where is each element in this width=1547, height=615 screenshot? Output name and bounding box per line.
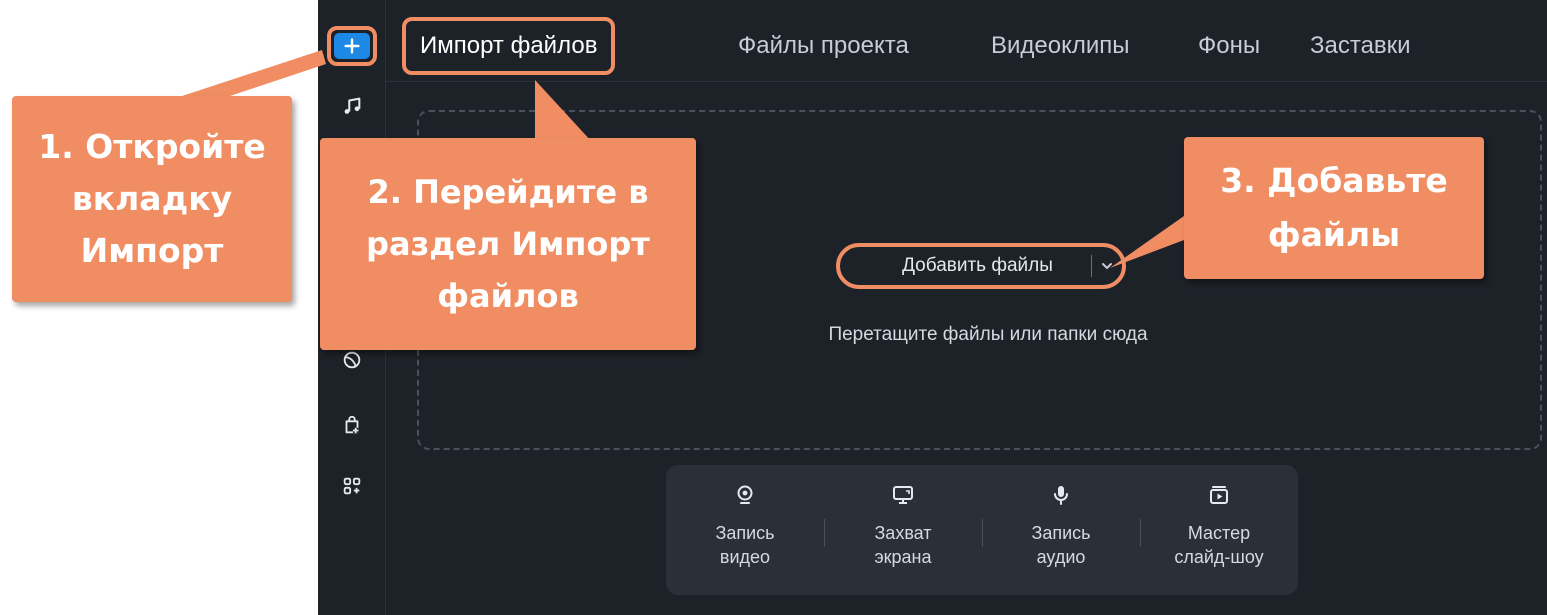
record-audio-button[interactable]: Запись аудио	[982, 465, 1140, 595]
screen-capture-label: Захват экрана	[874, 523, 932, 567]
callout-1-pointer	[170, 50, 326, 100]
more-tools-button[interactable]	[332, 466, 372, 506]
music-note-icon	[344, 97, 361, 114]
slideshow-wizard-label: Мастер слайд-шоу	[1174, 523, 1264, 567]
monitor-icon	[893, 486, 913, 504]
apps-add-icon	[343, 477, 361, 495]
tab-video-clips[interactable]: Видеоклипы	[991, 26, 1130, 66]
record-toolbar: Запись видео Захват экрана Запись аудио …	[666, 465, 1298, 595]
microphone-icon	[1054, 486, 1068, 505]
filter-icon	[343, 351, 361, 369]
tab-intros[interactable]: Заставки	[1310, 26, 1411, 66]
callout-step-2: 2. Перейдите в раздел Импорт файлов	[320, 138, 696, 350]
drop-hint-text: Перетащите файлы или папки сюда	[828, 324, 1148, 345]
webcam-icon	[737, 485, 753, 504]
bag-add-icon	[345, 415, 359, 434]
import-tab-button[interactable]	[327, 26, 377, 66]
screen-capture-button[interactable]: Захват экрана	[824, 465, 982, 595]
record-video-button[interactable]: Запись видео	[666, 465, 824, 595]
record-audio-label: Запись аудио	[1031, 523, 1091, 567]
add-files-button[interactable]: Добавить файлы	[836, 243, 1126, 289]
slideshow-icon	[1210, 486, 1228, 504]
plus-icon	[334, 33, 370, 59]
chevron-down-icon[interactable]	[1092, 259, 1122, 273]
callout-step-1: 1. Откройте вкладку Импорт	[12, 96, 292, 302]
tab-backgrounds[interactable]: Фоны	[1198, 26, 1260, 66]
tab-import-files[interactable]: Импорт файлов	[402, 17, 616, 75]
add-files-label: Добавить файлы	[902, 255, 1053, 276]
record-video-label: Запись видео	[715, 523, 775, 567]
stickers-tab-button[interactable]	[332, 405, 372, 445]
music-tab-button[interactable]	[332, 86, 372, 126]
import-tabs: Импорт файлов Файлы проекта Видеоклипы Ф…	[386, 0, 1547, 82]
slideshow-wizard-button[interactable]: Мастер слайд-шоу	[1140, 465, 1298, 595]
tab-project-files[interactable]: Файлы проекта	[738, 26, 909, 66]
callout-step-3: 3. Добавьте файлы	[1184, 137, 1484, 279]
